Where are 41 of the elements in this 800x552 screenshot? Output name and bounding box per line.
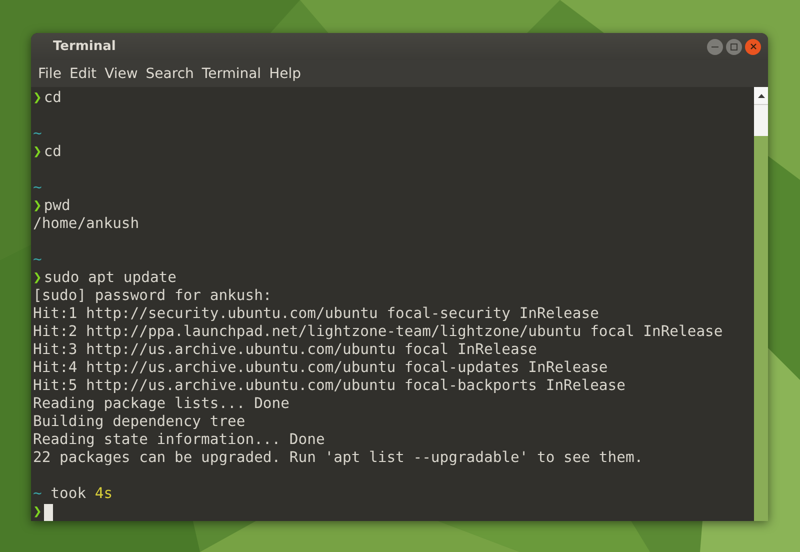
command-text: cd [44, 143, 62, 161]
output-text: Hit:3 http://us.archive.ubuntu.com/ubuntu focal InRelease [33, 341, 538, 359]
command-text: cd [44, 89, 62, 107]
menu-item[interactable]: File [34, 66, 66, 82]
maximize-button[interactable] [726, 38, 742, 54]
menu-item[interactable]: Search [142, 66, 198, 82]
output-text: 22 packages can be upgraded. Run 'apt list --upgradable' to see them. [33, 449, 644, 467]
output-text: [sudo] password for ankush: [33, 287, 272, 305]
close-icon [750, 43, 756, 50]
scrollbar-thumb[interactable] [754, 105, 768, 136]
directory-text: ~ [33, 251, 42, 269]
output-text: Reading state information... Done [33, 431, 325, 449]
menu-item[interactable]: Help [265, 66, 305, 82]
prompt-symbol: ❯ [33, 503, 42, 521]
prompt-symbol: ❯ [33, 89, 42, 107]
command-text: sudo apt update [44, 269, 176, 287]
prompt-symbol: ❯ [33, 143, 42, 161]
output-text: /home/ankush [33, 215, 140, 233]
scroll-up-button[interactable] [754, 87, 768, 105]
menu-item[interactable]: View [100, 66, 142, 82]
output-text: Hit:5 http://us.archive.ubuntu.com/ubuntu focal-backports InRelease [33, 377, 626, 395]
prompt-symbol: ❯ [33, 269, 42, 287]
output-text: Hit:1 http://security.ubuntu.com/ubuntu focal-security InRelease [33, 305, 599, 323]
maximize-icon [730, 42, 738, 50]
duration-value: 4s [94, 485, 113, 503]
output-text: Hit:2 http://ppa.launchpad.net/lightzone-team/lightzone/ubuntu focal InRelease [33, 323, 723, 341]
menu-item[interactable]: Terminal [198, 66, 266, 82]
directory-text: ~ [33, 179, 42, 197]
minimize-button[interactable] [707, 38, 723, 54]
menu-item[interactable]: Edit [65, 66, 101, 82]
command-text: pwd [44, 197, 70, 215]
output-text: Hit:4 http://us.archive.ubuntu.com/ubuntu focal-updates InRelease [33, 359, 608, 377]
output-text: Building dependency tree [33, 413, 246, 431]
duration-label: took [50, 485, 88, 503]
directory-text: ~ [33, 125, 42, 143]
close-button[interactable] [745, 38, 761, 54]
directory-text: ~ [33, 485, 42, 503]
up-arrow-icon [758, 94, 764, 98]
output-text: Reading package lists... Done [33, 395, 290, 413]
prompt-symbol: ❯ [33, 197, 42, 215]
window-title: Terminal [53, 39, 116, 54]
